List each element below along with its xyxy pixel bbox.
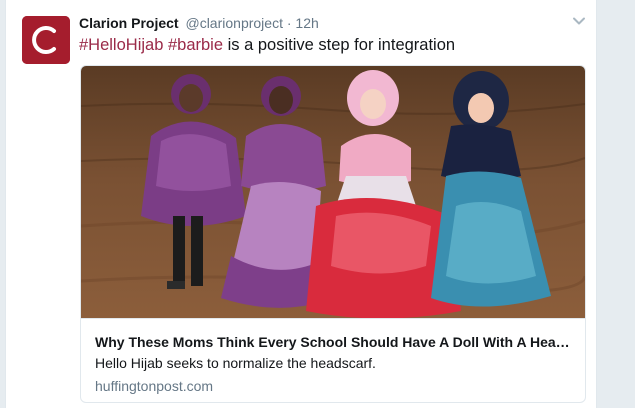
avatar[interactable] [22, 16, 70, 64]
author-name[interactable]: Clarion Project [79, 15, 179, 31]
timestamp[interactable]: 12h [295, 15, 318, 31]
card-body: Why These Moms Think Every School Should… [81, 318, 585, 402]
avatar-logo-icon [22, 16, 70, 64]
author-handle[interactable]: @clarionproject [185, 15, 282, 31]
card-domain[interactable]: huffingtonpost.com [95, 377, 213, 395]
tweet[interactable]: Clarion Project @clarionproject · 12h #H… [5, 0, 597, 408]
hashtag-barbie[interactable]: #barbie [168, 36, 223, 54]
tweet-text-rest: is a positive step for integration [223, 36, 456, 54]
chevron-down-icon[interactable] [572, 14, 586, 28]
separator-dot: · [286, 15, 292, 31]
card-title[interactable]: Why These Moms Think Every School Should… [95, 333, 575, 351]
hashtag-hellohijab[interactable]: #HelloHijab [79, 36, 163, 54]
tweet-header: Clarion Project @clarionproject · 12h [79, 14, 319, 32]
card-image[interactable] [81, 66, 585, 318]
link-card[interactable]: Why These Moms Think Every School Should… [80, 65, 586, 403]
tweet-text: #HelloHijab #barbie is a positive step f… [79, 34, 455, 56]
card-description: Hello Hijab seeks to normalize the heads… [95, 355, 376, 371]
